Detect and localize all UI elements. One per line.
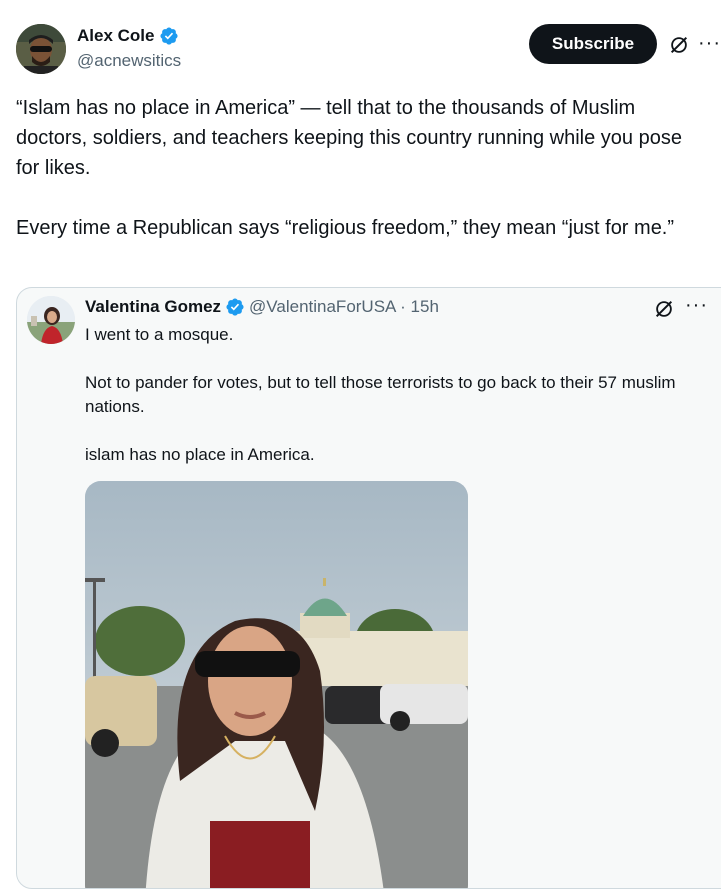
post-text: “Islam has no place in America” — tell t… (16, 97, 682, 239)
quoted-more-options-icon[interactable]: ··· (685, 294, 708, 317)
quoted-post-text: I went to a mosque. Not to pander for vo… (85, 325, 676, 464)
subscribe-button[interactable]: Subscribe (529, 24, 657, 64)
quoted-author-name[interactable]: Valentina Gomez (85, 297, 221, 317)
author-avatar[interactable] (16, 24, 66, 74)
quoted-author-avatar[interactable] (27, 296, 75, 344)
quoted-post[interactable]: Valentina Gomez @ValentinaForUSA · 15h ·… (16, 287, 721, 889)
grok-icon[interactable] (668, 34, 690, 56)
author-handle[interactable]: @acnewsitics (77, 51, 181, 71)
author-name[interactable]: Alex Cole (77, 26, 154, 46)
verified-badge-icon (160, 27, 179, 45)
quoted-handle-time[interactable]: @ValentinaForUSA · 15h (249, 297, 439, 317)
more-options-icon[interactable]: ··· (698, 32, 721, 55)
grok-icon[interactable] (653, 298, 675, 320)
quoted-post-photo[interactable] (85, 481, 468, 888)
verified-badge-icon (226, 298, 244, 316)
